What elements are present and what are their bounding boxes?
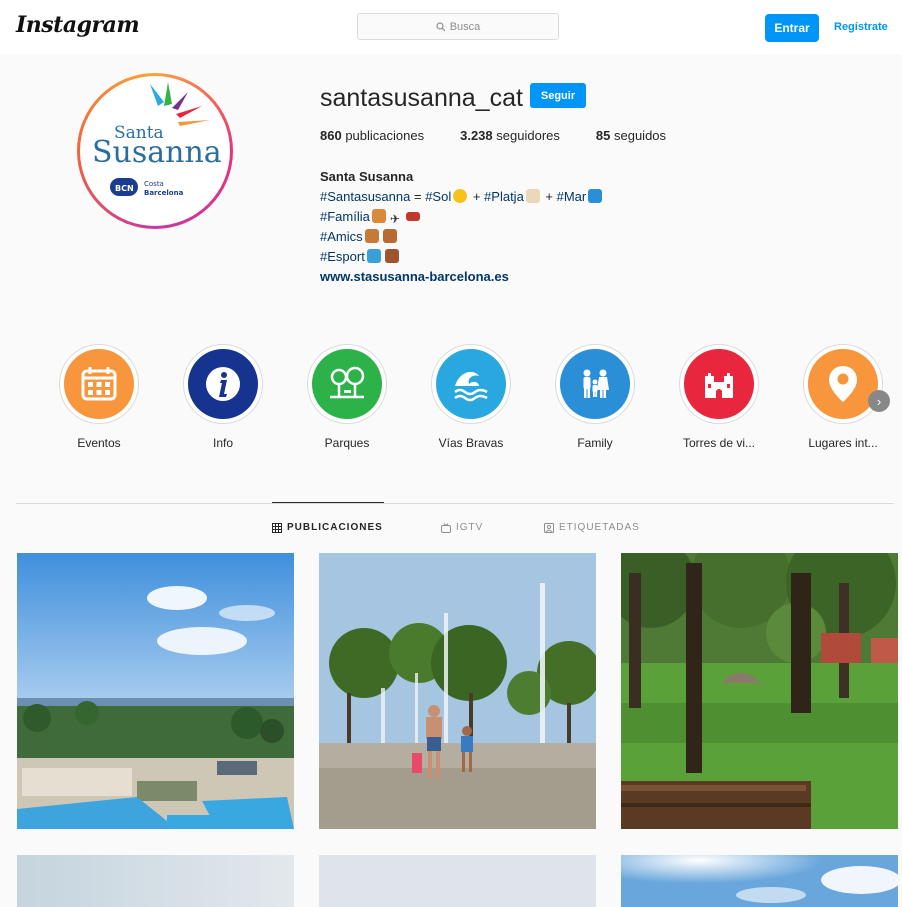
svg-text:Barcelona: Barcelona: [144, 189, 184, 197]
hashtag-santasusanna[interactable]: #Santasusanna: [320, 189, 410, 204]
search-icon: [436, 21, 446, 31]
hashtag-sol[interactable]: #Sol: [425, 189, 451, 204]
calendar-icon: [81, 367, 117, 401]
car-emoji-icon: [405, 212, 420, 221]
sun-emoji-icon: [453, 189, 468, 203]
castle-icon: [705, 373, 733, 398]
svg-text:BCN: BCN: [115, 184, 134, 193]
posts-count-value: 860: [320, 128, 342, 143]
highlight-label: Info: [212, 436, 233, 450]
highlight-info[interactable]: Info: [181, 344, 265, 450]
highlight-label: Family: [577, 436, 613, 450]
login-button[interactable]: Entrar: [765, 14, 819, 42]
beach-umbrella-emoji-icon: [525, 189, 540, 203]
friends-emoji-icon: [382, 229, 397, 243]
post-thumbnail-beach[interactable]: [17, 855, 294, 907]
posts-count: 860 publicaciones: [320, 128, 424, 143]
profile-website-link[interactable]: www.stasusanna-barcelona.es: [320, 267, 604, 287]
signup-link[interactable]: Regístrate: [834, 21, 888, 33]
bio-line-1: #Santasusanna = #Sol + #Platja + #Mar: [320, 187, 604, 207]
post-thumbnail-sun-clouds[interactable]: [621, 855, 898, 907]
following-count[interactable]: 85 seguidos: [596, 128, 666, 143]
search-input[interactable]: Busca: [357, 13, 559, 40]
fountain-photo: [319, 553, 596, 829]
followers-count-label: seguidores: [496, 128, 560, 143]
igtv-icon: [441, 522, 451, 533]
bio-line-3: #Amics: [320, 227, 604, 247]
hashtag-esport[interactable]: #Esport: [320, 249, 365, 264]
tab-label: IGTV: [456, 522, 484, 533]
tab-label: PUBLICACIONES: [287, 522, 383, 533]
highlight-family[interactable]: Family: [553, 344, 637, 450]
highlight-torres[interactable]: Torres de vi...: [677, 344, 761, 450]
highlight-vias-bravas[interactable]: Vías Bravas: [429, 344, 513, 450]
swimmer-emoji-icon: [366, 249, 381, 263]
sun-clouds-photo: [621, 855, 898, 907]
search-placeholder: Busca: [449, 20, 481, 33]
svg-text:Susanna: Susanna: [92, 135, 222, 170]
profile-username: santasusanna_cat: [320, 84, 523, 112]
hashtag-familia[interactable]: #Família: [320, 209, 370, 224]
sky-photo: [319, 855, 596, 907]
info-icon: [206, 367, 240, 401]
family-icon: [583, 369, 609, 398]
location-pin-icon: [829, 366, 857, 402]
profile-stats: 860 publicaciones 3.238 seguidores 85 se…: [320, 128, 702, 143]
followers-count-value: 3.238: [460, 128, 493, 143]
highlight-eventos[interactable]: Eventos: [57, 344, 141, 450]
bio-line-4: #Esport: [320, 247, 604, 267]
post-thumbnail-hotel-pool[interactable]: [17, 553, 294, 829]
bio-line-2: #Família ✈: [320, 207, 604, 227]
followers-count[interactable]: 3.238 seguidores: [460, 128, 560, 143]
active-tab-indicator: [272, 502, 384, 503]
wave-emoji-icon: [588, 189, 603, 203]
highlight-label: Lugares int...: [808, 436, 878, 450]
hashtag-mar[interactable]: #Mar: [557, 189, 587, 204]
tree-icon: [330, 366, 365, 399]
tab-publicaciones[interactable]: PUBLICACIONES: [272, 522, 383, 533]
grid-icon: [272, 522, 282, 533]
bio-separator: +: [541, 189, 557, 204]
friends-emoji-icon: [364, 229, 379, 243]
family-emoji-icon: [371, 209, 386, 223]
highlight-parques[interactable]: Parques: [305, 344, 389, 450]
profile-bio: Santa Susanna #Santasusanna = #Sol + #Pl…: [320, 167, 604, 287]
follow-button[interactable]: Seguir: [530, 83, 586, 108]
following-count-value: 85: [595, 128, 611, 143]
airplane-emoji-icon: ✈: [389, 212, 400, 226]
post-thumbnail-park[interactable]: [621, 553, 898, 829]
highlight-label: Parques: [324, 436, 370, 450]
posts-count-label: publicaciones: [345, 128, 425, 143]
beach-photo: [17, 855, 294, 907]
tab-igtv[interactable]: IGTV: [441, 522, 483, 533]
instagram-logo[interactable]: Instagram: [16, 12, 140, 38]
chevron-right-icon: ›: [876, 393, 882, 409]
hashtag-amics[interactable]: #Amics: [320, 229, 363, 244]
svg-text:Costa: Costa: [144, 180, 164, 188]
highlight-label: Eventos: [77, 436, 121, 450]
wave-icon: [454, 371, 488, 402]
bio-separator: =: [410, 189, 426, 204]
post-thumbnail-sky[interactable]: [319, 855, 596, 907]
highlight-label: Torres de vi...: [682, 436, 756, 450]
profile-full-name: Santa Susanna: [320, 169, 414, 184]
tabs-divider: [16, 503, 894, 504]
tagged-icon: [544, 522, 554, 533]
bio-separator: +: [469, 189, 485, 204]
highlights-next-button[interactable]: ›: [868, 390, 890, 412]
runner-emoji-icon: [384, 249, 399, 263]
following-count-label: seguidos: [613, 128, 667, 143]
santa-susanna-logo: Santa Susanna BCN Costa Barcelona: [92, 82, 222, 197]
hashtag-platja[interactable]: #Platja: [484, 189, 524, 204]
post-thumbnail-fountain[interactable]: [319, 553, 596, 829]
highlight-label: Vías Bravas: [438, 436, 504, 450]
top-navigation-bar: Instagram Busca Entrar Regístrate: [0, 0, 902, 54]
profile-avatar: Santa Susanna BCN Costa Barcelona: [77, 73, 233, 229]
tab-etiquetadas[interactable]: ETIQUETADAS: [544, 522, 640, 533]
tab-label: ETIQUETADAS: [559, 522, 640, 533]
park-photo: [621, 553, 898, 829]
hotel-pool-photo: [17, 553, 294, 829]
